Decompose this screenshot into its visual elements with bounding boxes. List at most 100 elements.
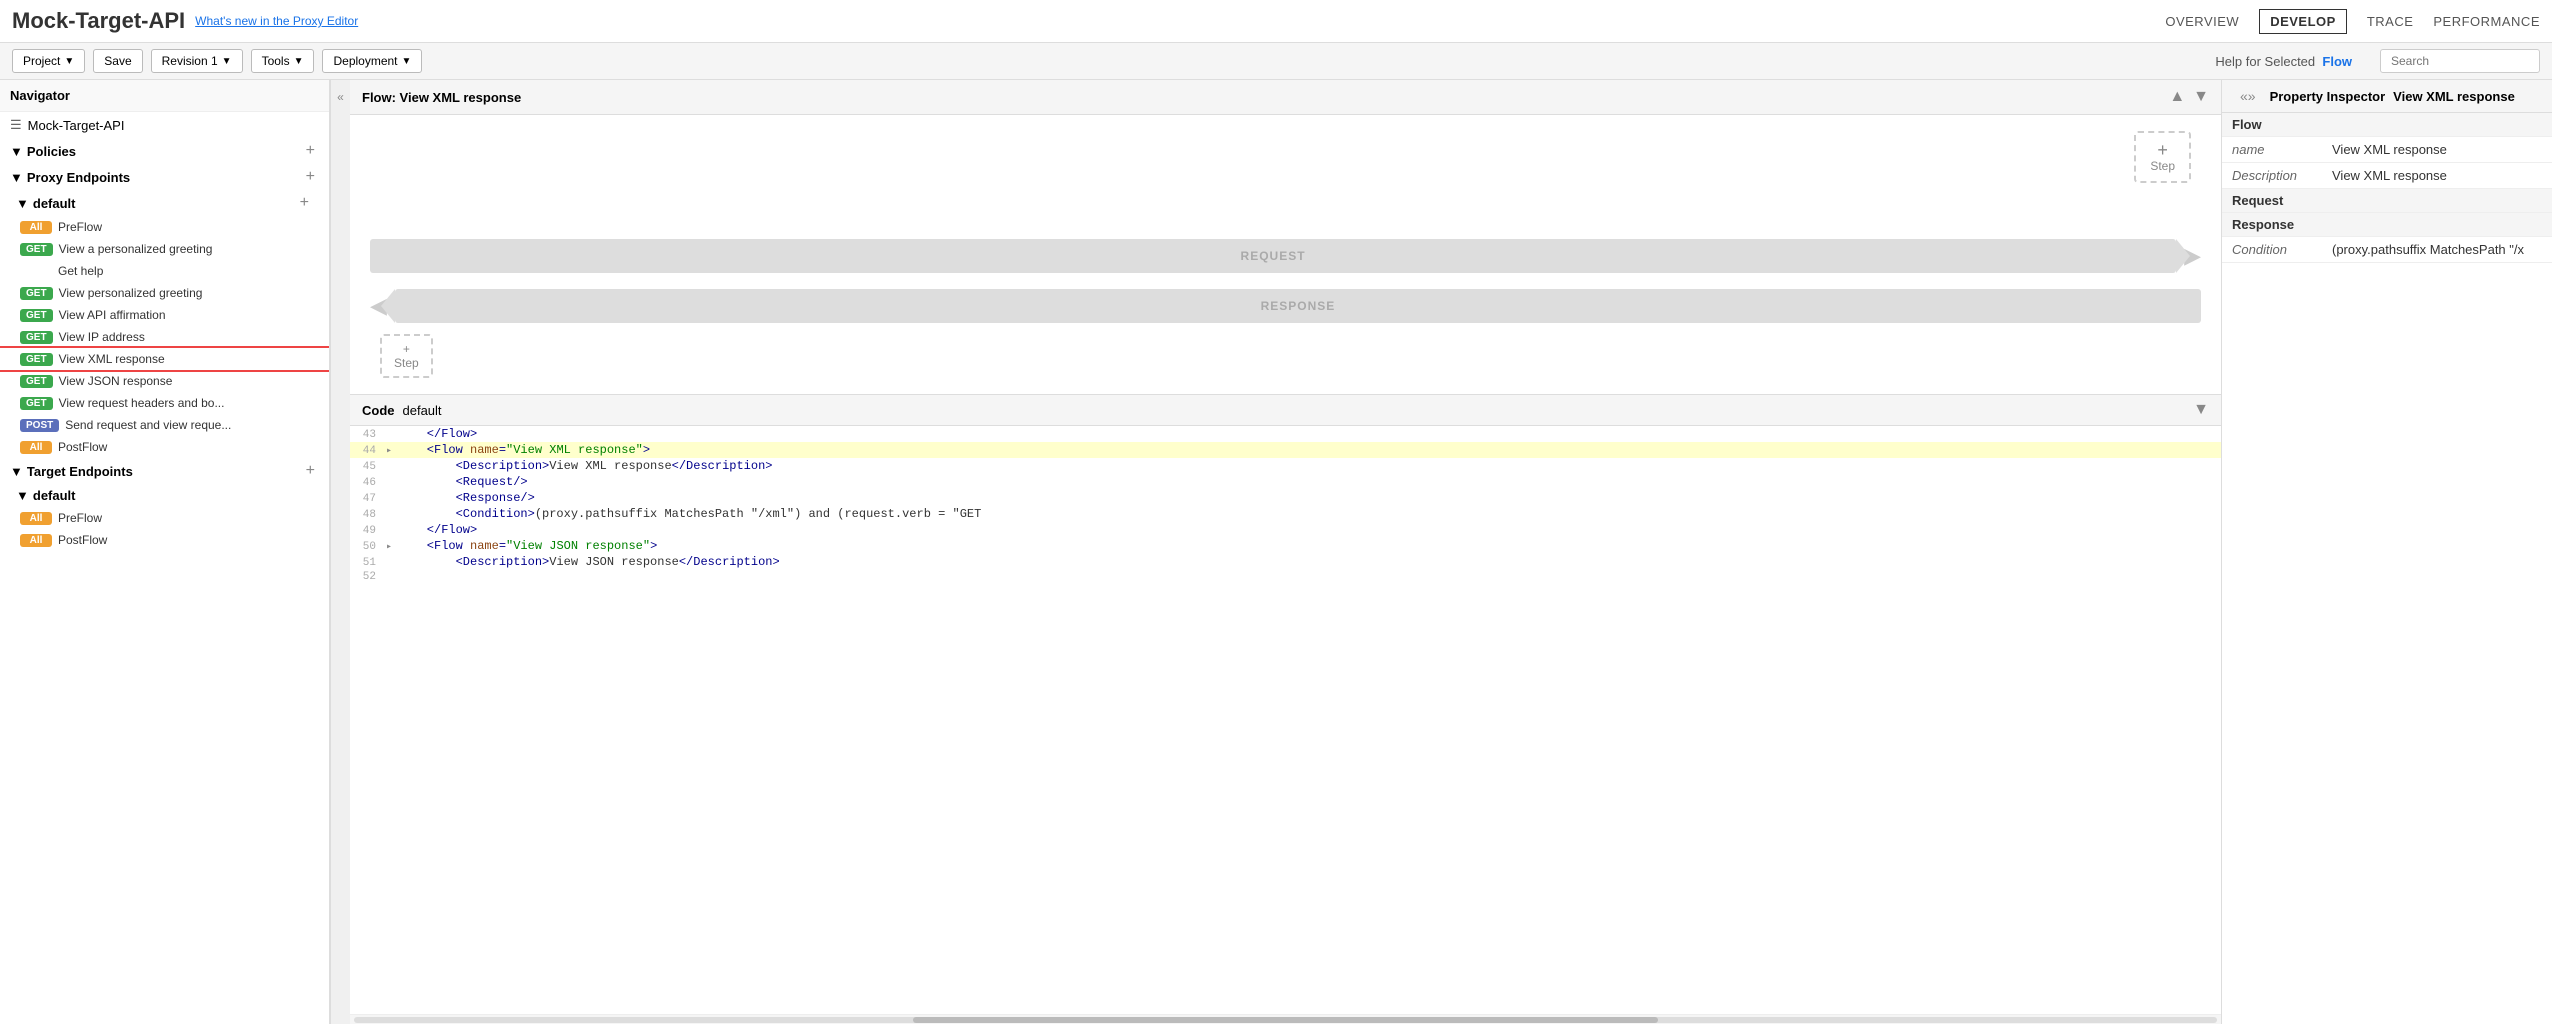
- badge-get-7: GET: [20, 397, 53, 410]
- right-panel: «» Property Inspector View XML response …: [2222, 80, 2552, 1024]
- add-proxy-button[interactable]: +: [302, 168, 319, 186]
- flow-item-target-postflow[interactable]: All PostFlow: [0, 529, 329, 551]
- badge-all-preflow: All: [20, 221, 52, 234]
- scrollbar-track[interactable]: [354, 1017, 2217, 1023]
- flow-item-target-preflow[interactable]: All PreFlow: [0, 507, 329, 529]
- chevron-default: ▼: [16, 196, 29, 211]
- code-line-45: 45 <Description>View XML response</Descr…: [350, 458, 2221, 474]
- main-layout: Navigator ☰ Mock-Target-API ▼ Policies +…: [0, 80, 2552, 1024]
- toolbar: Project ▼ Save Revision 1 ▼ Tools ▼ Depl…: [0, 43, 2552, 80]
- section-target-endpoints[interactable]: ▼ Target Endpoints +: [0, 458, 329, 484]
- flow-item-personalized-greeting[interactable]: GET View personalized greeting: [0, 282, 329, 304]
- request-row: REQUEST ▶: [370, 239, 2201, 273]
- add-policy-button[interactable]: +: [302, 142, 319, 160]
- flow-item-api-affirmation[interactable]: GET View API affirmation: [0, 304, 329, 326]
- deployment-caret: ▼: [402, 56, 412, 67]
- request-bar[interactable]: REQUEST: [370, 239, 2176, 273]
- flow-item-personalized-greeting-a[interactable]: GET View a personalized greeting: [0, 238, 329, 260]
- flow-item-ip-address[interactable]: GET View IP address: [0, 326, 329, 348]
- nav-performance[interactable]: PERFORMANCE: [2433, 14, 2540, 29]
- top-nav: OVERVIEW DEVELOP TRACE PERFORMANCE: [2165, 9, 2540, 34]
- chevron-target: ▼: [10, 464, 23, 479]
- code-line-49: 49 </Flow>: [350, 522, 2221, 538]
- search-input[interactable]: [2380, 49, 2540, 73]
- add-target-button[interactable]: +: [302, 462, 319, 480]
- nav-root-item[interactable]: ☰ Mock-Target-API: [0, 112, 329, 138]
- code-line-43: 43 </Flow>: [350, 426, 2221, 442]
- code-line-52: 52: [350, 570, 2221, 584]
- property-row-name: name View XML response: [2222, 137, 2552, 163]
- nav-overview[interactable]: OVERVIEW: [2165, 14, 2239, 29]
- chevron-policies: ▼: [10, 144, 23, 159]
- app-subtitle[interactable]: What's new in the Proxy Editor: [195, 14, 358, 28]
- file-icon: ☰: [10, 117, 22, 133]
- badge-all-postflow: All: [20, 441, 52, 454]
- badge-get-6: GET: [20, 375, 53, 388]
- help-text: Help for Selected Flow: [2215, 54, 2352, 69]
- code-line-48: 48 <Condition>(proxy.pathsuffix MatchesP…: [350, 506, 2221, 522]
- badge-all-target-pre: All: [20, 512, 52, 525]
- flow-diagram: + Step REQUEST ▶ ◀ RESPONSE: [350, 115, 2221, 395]
- tools-button[interactable]: Tools ▼: [251, 49, 315, 73]
- project-button[interactable]: Project ▼: [12, 49, 85, 73]
- code-panel: Code default ▼ 43 </Flow> 44 ▸ <Flow nam…: [350, 395, 2221, 1024]
- code-collapse-button[interactable]: ▼: [2193, 401, 2209, 419]
- code-line-51: 51 <Description>View JSON response</Desc…: [350, 554, 2221, 570]
- badge-get-2: GET: [20, 287, 53, 300]
- flow-item-request-headers[interactable]: GET View request headers and bo...: [0, 392, 329, 414]
- code-body[interactable]: 43 </Flow> 44 ▸ <Flow name="View XML res…: [350, 426, 2221, 1014]
- property-row-condition: Condition (proxy.pathsuffix MatchesPath …: [2222, 237, 2552, 263]
- flow-item-xml-response[interactable]: GET View XML response: [0, 348, 329, 370]
- badge-get-1: GET: [20, 243, 53, 256]
- navigator-header: Navigator: [0, 80, 329, 112]
- subsection-default[interactable]: ▼ default +: [0, 190, 329, 216]
- badge-get-4: GET: [20, 331, 53, 344]
- nav-develop[interactable]: DEVELOP: [2259, 9, 2347, 34]
- navigator-collapse[interactable]: «: [330, 80, 350, 1024]
- flow-item-preflow[interactable]: All PreFlow: [0, 216, 329, 238]
- code-header: Code default ▼: [350, 395, 2221, 426]
- scrollbar-thumb: [913, 1017, 1658, 1023]
- plus-icon-bottom: +: [403, 342, 410, 356]
- right-collapse-button[interactable]: «»: [2234, 88, 2262, 104]
- response-section-header: Response: [2222, 213, 2552, 237]
- subsection-target-default[interactable]: ▼ default: [0, 484, 329, 507]
- nav-trace[interactable]: TRACE: [2367, 14, 2414, 29]
- app-title: Mock-Target-API: [12, 8, 185, 34]
- add-default-button[interactable]: +: [296, 194, 313, 212]
- project-caret: ▼: [64, 56, 74, 67]
- flow-item-send-request[interactable]: POST Send request and view reque...: [0, 414, 329, 436]
- scroll-down-button[interactable]: ▼: [2193, 88, 2209, 106]
- plus-icon-top: +: [2157, 141, 2168, 159]
- flow-section-header: Flow: [2222, 113, 2552, 137]
- revision-button[interactable]: Revision 1 ▼: [151, 49, 243, 73]
- scrollbar-bottom[interactable]: [350, 1014, 2221, 1024]
- save-button[interactable]: Save: [93, 49, 142, 73]
- badge-get-3: GET: [20, 309, 53, 322]
- section-policies[interactable]: ▼ Policies +: [0, 138, 329, 164]
- chevron-target-default: ▼: [16, 488, 29, 503]
- revision-caret: ▼: [222, 56, 232, 67]
- deployment-button[interactable]: Deployment ▼: [322, 49, 422, 73]
- flow-item-json-response[interactable]: GET View JSON response: [0, 370, 329, 392]
- navigator-scroll[interactable]: ☰ Mock-Target-API ▼ Policies + ▼ Proxy E…: [0, 112, 329, 1024]
- code-line-46: 46 <Request/>: [350, 474, 2221, 490]
- navigator: Navigator ☰ Mock-Target-API ▼ Policies +…: [0, 80, 330, 1024]
- center-panel: Flow: View XML response ▲ ▼ + Step REQUE…: [350, 80, 2222, 1024]
- flow-item-postflow[interactable]: All PostFlow: [0, 436, 329, 458]
- step-box-bottom[interactable]: + Step: [380, 334, 433, 378]
- chevron-proxy: ▼: [10, 170, 23, 185]
- step-box-top[interactable]: + Step: [2134, 131, 2191, 183]
- badge-post-1: POST: [20, 419, 59, 432]
- response-row: ◀ RESPONSE: [370, 289, 2201, 323]
- response-bar[interactable]: RESPONSE: [395, 289, 2201, 323]
- scroll-up-button[interactable]: ▲: [2169, 88, 2185, 106]
- flow-link[interactable]: Flow: [2322, 54, 2352, 69]
- code-line-44: 44 ▸ <Flow name="View XML response">: [350, 442, 2221, 458]
- flow-item-get-help[interactable]: Get help: [0, 260, 329, 282]
- badge-all-target-post: All: [20, 534, 52, 547]
- property-row-description: Description View XML response: [2222, 163, 2552, 189]
- property-table: Flow name View XML response Description …: [2222, 113, 2552, 263]
- section-proxy-endpoints[interactable]: ▼ Proxy Endpoints +: [0, 164, 329, 190]
- top-bar: Mock-Target-API What's new in the Proxy …: [0, 0, 2552, 43]
